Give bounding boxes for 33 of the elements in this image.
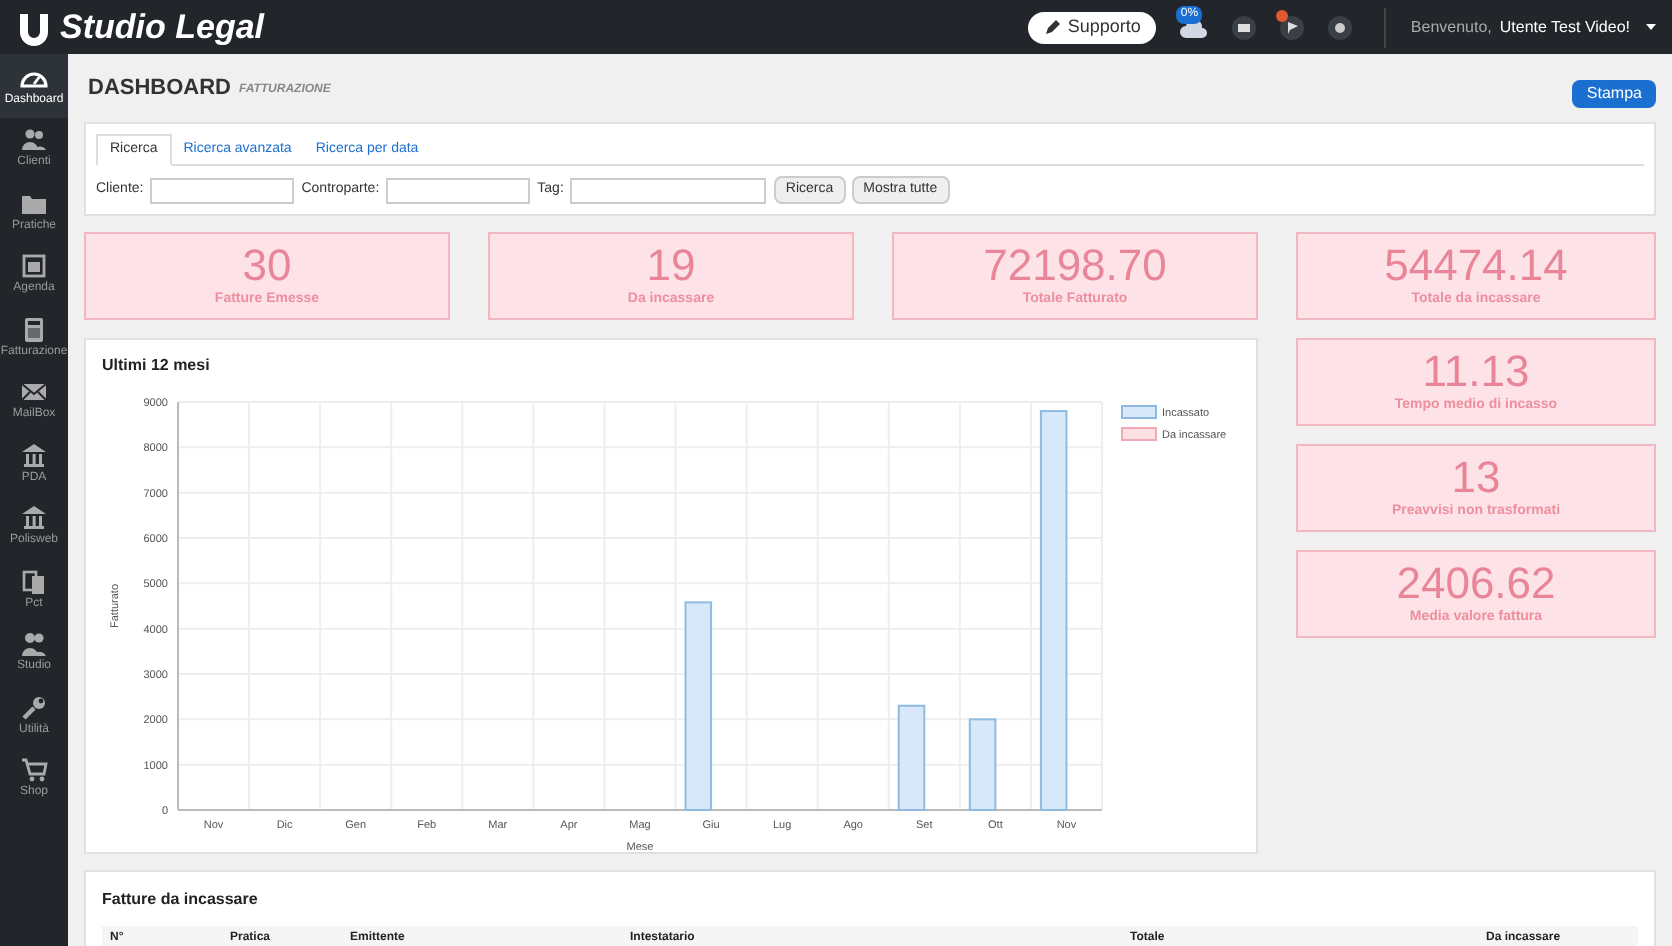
people-icon: [20, 630, 48, 659]
support-button[interactable]: Supporto: [1027, 11, 1157, 43]
stat-value: 13: [1451, 453, 1501, 502]
print-button[interactable]: Stampa: [1572, 80, 1656, 108]
bank-icon: [20, 504, 48, 533]
search-field[interactable]: [149, 177, 294, 203]
stat-value: 2406.62: [1396, 559, 1556, 608]
bank-icon: [20, 441, 48, 470]
app-logo-text: Studio Legal: [60, 5, 264, 50]
bar: [897, 704, 926, 811]
page-title: DASHBOARD: [88, 73, 231, 104]
stat-value: 72198.70: [983, 241, 1167, 290]
people-icon: [20, 126, 48, 155]
user-menu[interactable]: Utente Test Video!: [1499, 15, 1630, 39]
cart-icon: [20, 756, 48, 785]
bar: [968, 718, 997, 811]
caret-icon[interactable]: [1646, 24, 1656, 30]
calculator-icon: [20, 315, 48, 344]
search-field[interactable]: [569, 177, 766, 203]
table-title: Fatture da incassare: [102, 888, 260, 912]
welcome-text: Benvenuto,: [1410, 15, 1492, 39]
stat-value: 11.13: [1422, 347, 1530, 396]
stat-value: 30: [242, 241, 292, 290]
search-field[interactable]: [385, 177, 530, 203]
stat-value: 54474.14: [1384, 241, 1568, 290]
logo-icon: [16, 9, 52, 45]
documents-icon: [20, 567, 48, 596]
wrench-icon: [20, 693, 48, 722]
stat-value: 19: [646, 241, 696, 290]
flag-icon[interactable]: [1280, 15, 1305, 39]
chart-title: Ultimi 12 mesi: [102, 354, 212, 378]
settings-icon[interactable]: [1328, 15, 1353, 39]
pencil-icon: [1043, 19, 1060, 35]
